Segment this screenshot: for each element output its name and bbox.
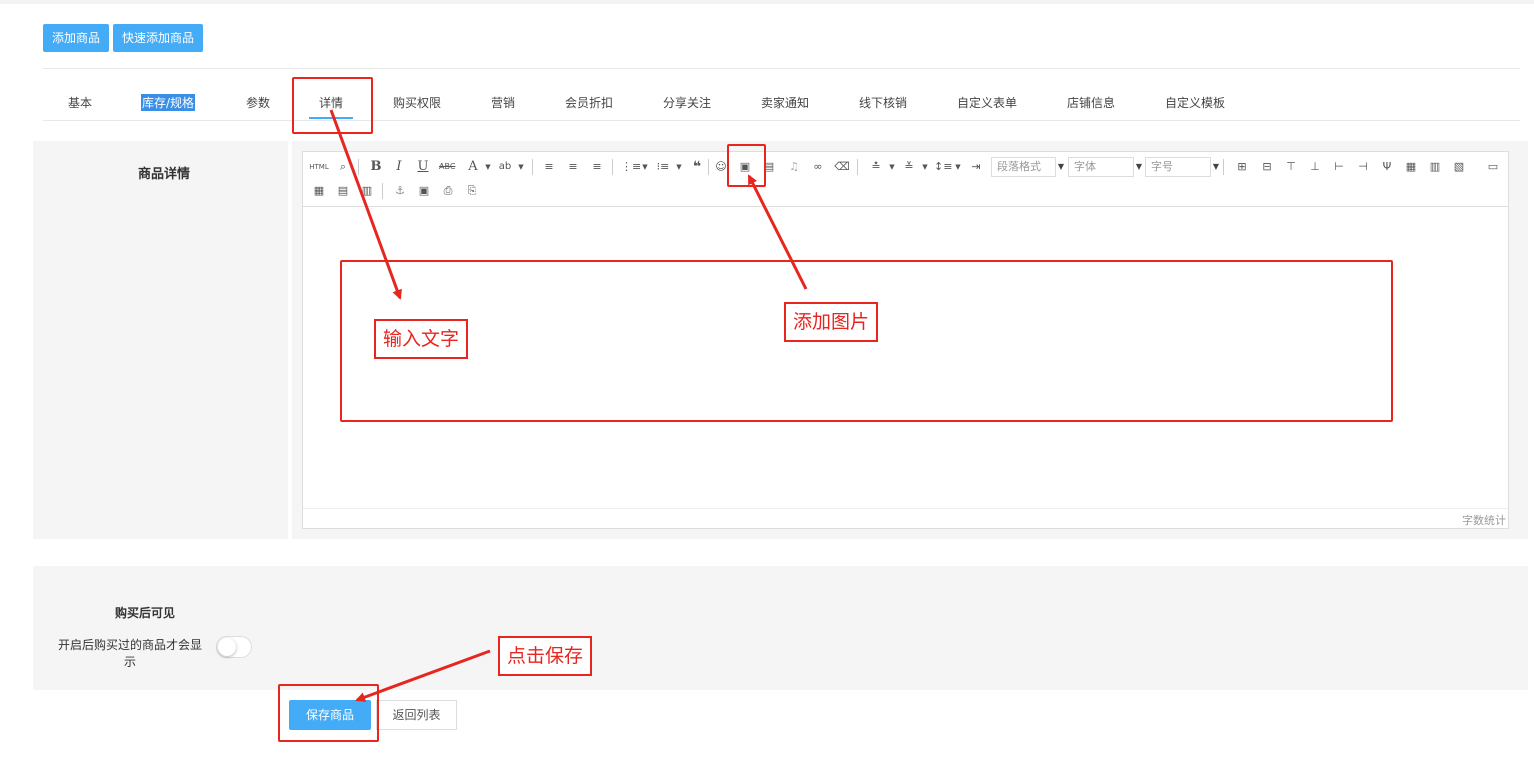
- annotation-arrows: [329, 109, 808, 702]
- arrow-to-save-button: [355, 649, 491, 702]
- arrow-to-input-text: [329, 109, 402, 300]
- arrow-to-image-button: [747, 174, 808, 290]
